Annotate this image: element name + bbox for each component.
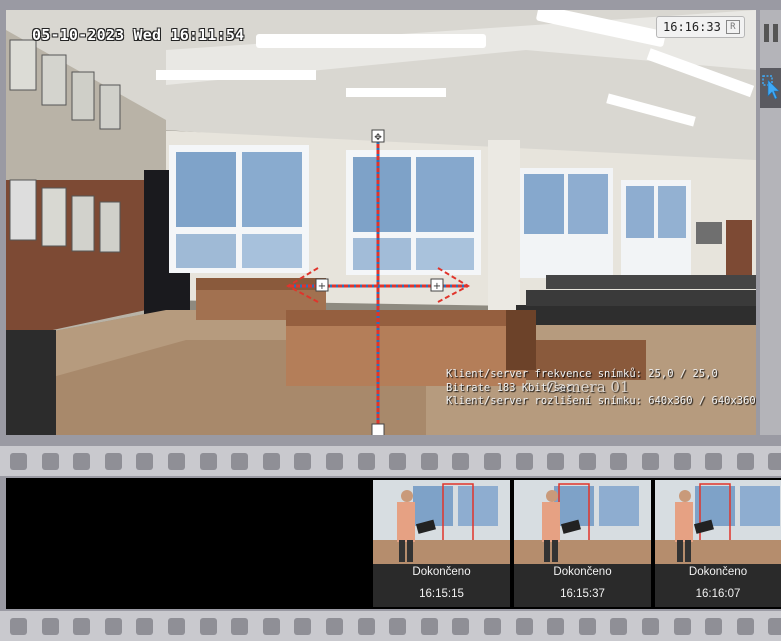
film-hole	[642, 618, 659, 635]
svg-text:+: +	[433, 281, 441, 292]
film-hole	[484, 453, 501, 470]
film-strip-bottom	[0, 611, 781, 641]
film-hole	[389, 453, 407, 470]
frame-image	[373, 480, 510, 564]
film-hole	[199, 453, 217, 470]
pause-icon[interactable]	[764, 24, 778, 42]
frames-panel: Dokončeno 16:15:15 Dokončeno 16:15:37 Do…	[6, 478, 781, 609]
film-hole	[262, 618, 280, 635]
frame-status: Dokončeno	[553, 566, 612, 578]
film-hole	[10, 453, 27, 470]
select-area-icon	[762, 75, 780, 100]
film-hole	[136, 453, 154, 470]
film-hole	[104, 618, 122, 635]
film-hole	[326, 618, 343, 635]
film-strip-top	[0, 446, 781, 476]
frame-status: Dokončeno	[688, 566, 748, 578]
film-hole	[104, 453, 122, 470]
camera-view[interactable]: ✥ + + 05-10-2023 Wed 16:11:54 16:16:33 R…	[6, 10, 756, 435]
svg-text:+: +	[318, 281, 326, 292]
film-hole	[357, 453, 375, 470]
film-hole	[136, 618, 154, 635]
film-hole	[41, 618, 59, 635]
frame-time: 16:15:15	[419, 588, 464, 600]
film-hole	[736, 618, 754, 635]
frame-time: 16:16:07	[695, 588, 741, 600]
film-hole	[73, 453, 91, 470]
stat-bitrate: Bitrate 183 Kbit/sec	[446, 381, 573, 394]
film-hole	[357, 618, 375, 635]
film-hole	[673, 618, 691, 635]
svg-text:✥: ✥	[374, 133, 382, 143]
film-hole	[515, 618, 533, 635]
film-hole	[768, 618, 781, 635]
film-hole	[452, 453, 470, 470]
film-hole	[547, 618, 565, 635]
film-hole	[578, 453, 596, 470]
film-hole	[168, 618, 185, 635]
film-hole	[705, 618, 723, 635]
film-hole	[420, 453, 438, 470]
film-hole	[10, 618, 27, 635]
film-hole	[547, 453, 565, 470]
rec-indicator-icon[interactable]: R	[725, 20, 740, 34]
film-hole	[73, 618, 91, 635]
film-hole	[452, 618, 470, 635]
frame-time: 16:15:37	[560, 588, 605, 600]
film-hole	[168, 453, 185, 470]
film-hole	[610, 618, 628, 635]
stream-stats: Klient/server frekvence snímků: 25,0 / 2…	[446, 368, 756, 409]
stat-resolution: Klient/server rozlišení snímku: 640x360 …	[446, 395, 756, 407]
film-hole	[231, 453, 249, 470]
film-hole	[389, 618, 407, 635]
current-time-badge: 16:16:33 R	[656, 16, 745, 38]
frame-thumbnail[interactable]: Dokončeno 16:15:37	[514, 480, 651, 607]
film-hole	[484, 618, 501, 635]
osd-datetime: 05-10-2023 Wed 16:11:54	[32, 26, 245, 44]
film-hole	[515, 453, 533, 470]
frame-status: Dokončeno	[412, 566, 471, 578]
frame-thumbnail[interactable]: Dokončeno 16:16:07	[655, 480, 781, 607]
film-hole	[231, 618, 249, 635]
film-hole	[768, 453, 781, 470]
film-hole	[642, 453, 659, 470]
current-time: 16:16:33	[663, 20, 721, 34]
film-hole	[673, 453, 691, 470]
stat-frame-rate: Klient/server frekvence snímků: 25,0 / 2…	[446, 368, 718, 380]
film-hole	[199, 618, 217, 635]
film-hole	[262, 453, 280, 470]
film-hole	[705, 453, 723, 470]
film-hole	[610, 453, 628, 470]
film-hole	[578, 618, 596, 635]
frame-image	[514, 480, 651, 564]
film-hole	[736, 453, 754, 470]
select-area-button[interactable]	[760, 68, 781, 108]
film-hole	[41, 453, 59, 470]
film-hole	[294, 618, 312, 635]
film-hole	[420, 618, 438, 635]
film-hole	[326, 453, 343, 470]
film-hole	[294, 453, 312, 470]
frame-thumbnail[interactable]: Dokončeno 16:15:15	[373, 480, 510, 607]
frame-image	[655, 480, 781, 564]
right-toolbar	[760, 10, 781, 435]
